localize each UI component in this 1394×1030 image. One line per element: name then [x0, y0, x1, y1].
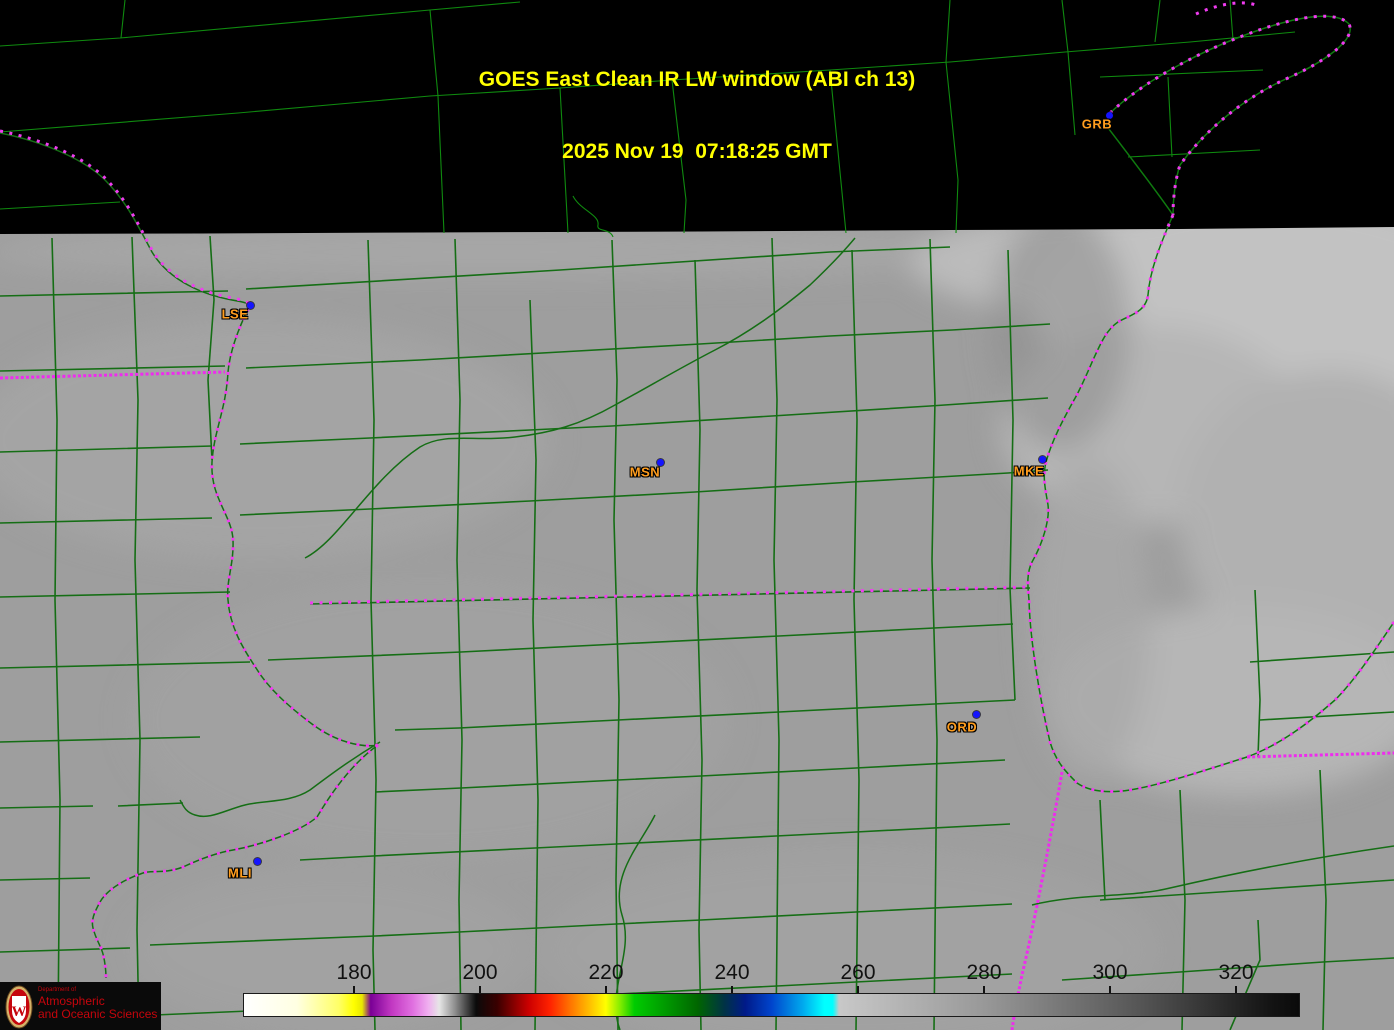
- station-label-lse: LSE: [221, 306, 249, 322]
- svg-text:W: W: [12, 1004, 27, 1020]
- colorbar-tick-mark-280: [983, 986, 985, 993]
- station-dot-mli: [254, 858, 261, 865]
- station-label-ord: ORD: [946, 719, 978, 735]
- title-line-2: 2025 Nov 19 07:18:25 GMT: [562, 140, 832, 163]
- logo-line-atmospheric: Atmospheric: [38, 994, 105, 1008]
- colorbar-tick-mark-200: [479, 986, 481, 993]
- uw-crest-icon: W: [5, 985, 33, 1029]
- colorbar-tick-label-180: 180: [336, 961, 372, 984]
- station-dot-ord: [973, 711, 980, 718]
- station-label-msn: MSN: [629, 464, 661, 480]
- colorbar-tick-label-320: 320: [1218, 961, 1254, 984]
- title-line-1: GOES East Clean IR LW window (ABI ch 13): [478, 68, 916, 91]
- station-label-mke: MKE: [1013, 463, 1045, 479]
- colorbar-tick-label-200: 200: [462, 961, 498, 984]
- colorbar-tick-mark-260: [857, 986, 859, 993]
- colorbar-tick-label-260: 260: [840, 961, 876, 984]
- colorbar-tick-label-280: 280: [966, 961, 1002, 984]
- logo-line-oceanic: and Oceanic Sciences: [38, 1007, 158, 1021]
- station-label-grb: GRB: [1081, 116, 1113, 132]
- colorbar-tick-label-300: 300: [1092, 961, 1128, 984]
- colorbar-tick-mark-240: [731, 986, 733, 993]
- colorbar-tick-label-220: 220: [588, 961, 624, 984]
- station-label-mli: MLI: [228, 865, 252, 881]
- station-dot-mke: [1039, 456, 1046, 463]
- temperature-colorbar: 180 200 220 240 260 280 300 320: [243, 961, 1300, 1017]
- colorbar-tick-mark-220: [605, 986, 607, 993]
- image-title: GOES East Clean IR LW window (ABI ch 13)…: [0, 20, 1394, 212]
- goes-ir-satellite-image: GOES East Clean IR LW window (ABI ch 13)…: [0, 0, 1394, 1030]
- logo-line-department: Department of: [38, 987, 77, 993]
- colorbar-tick-mark-300: [1109, 986, 1111, 993]
- colorbar-tick-label-240: 240: [714, 961, 750, 984]
- colorbar-tick-mark-180: [353, 986, 355, 993]
- aos-logo: W Department of Atmospheric and Oceanic …: [0, 982, 161, 1030]
- aos-logo-text: Department of Atmospheric and Oceanic Sc…: [38, 987, 157, 1020]
- colorbar-tick-mark-320: [1235, 986, 1237, 993]
